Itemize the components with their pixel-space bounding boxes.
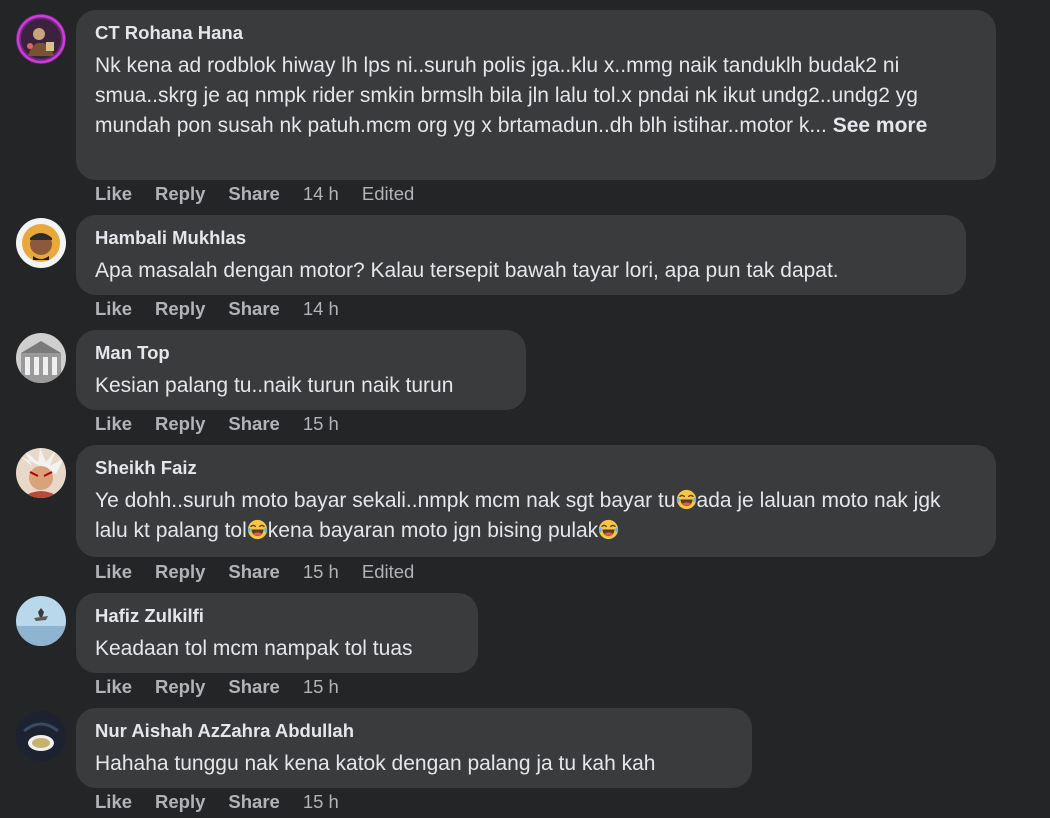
like-button[interactable]: Like [95,413,132,435]
comment-author[interactable]: Hambali Mukhlas [95,227,246,249]
comment-text: Hahaha tunggu nak kena katok dengan pala… [95,752,656,775]
share-button[interactable]: Share [228,413,279,435]
comment-timestamp[interactable]: 15 h [303,413,339,435]
comment-author[interactable]: CT Rohana Hana [95,22,243,44]
comment-bubble: Nur Aishah AzZahra Abdullah Hahaha tungg… [76,708,752,788]
share-button[interactable]: Share [228,791,279,813]
comment-bubble: Sheikh Faiz Ye dohh..suruh moto bayar se… [76,445,996,557]
reply-button[interactable]: Reply [155,676,205,698]
comment-bubble: Hafiz Zulkilfi Keadaan tol mcm nampak to… [76,593,478,673]
laughing-emoji-icon [676,489,697,510]
comment-text-body: Nk kena ad rodblok hiway lh lps ni..suru… [95,54,918,137]
avatar-image [16,218,66,268]
comment-actions: Like Reply Share 14 h Edited [95,183,437,205]
reply-button[interactable]: Reply [155,413,205,435]
comment-text: Keadaan tol mcm nampak tol tuas [95,637,413,660]
share-button[interactable]: Share [228,676,279,698]
reply-button[interactable]: Reply [155,791,205,813]
avatar-image [16,448,66,498]
avatar-image [16,596,66,646]
like-button[interactable]: Like [95,183,132,205]
laughing-emoji-icon [247,519,268,540]
comment-timestamp[interactable]: 14 h [303,298,339,320]
avatar-image [16,711,66,761]
share-button[interactable]: Share [228,183,279,205]
reply-button[interactable]: Reply [155,561,205,583]
edited-label: Edited [361,561,415,582]
comment-bubble: CT Rohana Hana Nk kena ad rodblok hiway … [76,10,996,180]
comment-text-part: Ye dohh..suruh moto bayar sekali..nmpk m… [95,489,676,512]
comment-actions: Like Reply Share 15 h [95,791,362,813]
avatar[interactable] [16,711,66,761]
comment-author[interactable]: Nur Aishah AzZahra Abdullah [95,720,354,742]
comment-text: Apa masalah dengan motor? Kalau tersepit… [95,259,839,282]
edited-label: Edited [361,183,415,204]
comment-timestamp[interactable]: 15 h [303,676,339,698]
comment-text: Ye dohh..suruh moto bayar sekali..nmpk m… [95,486,976,546]
comment-actions: Like Reply Share 15 h Edited [95,561,437,583]
comment-timestamp[interactable]: 15 h [303,561,339,583]
comment-author[interactable]: Hafiz Zulkilfi [95,605,204,627]
comment-author[interactable]: Man Top [95,342,170,364]
comment-bubble: Man Top Kesian palang tu..naik turun nai… [76,330,526,410]
avatar[interactable] [16,333,66,383]
like-button[interactable]: Like [95,561,132,583]
like-button[interactable]: Like [95,676,132,698]
like-button[interactable]: Like [95,791,132,813]
avatar[interactable] [16,448,66,498]
comment-author[interactable]: Sheikh Faiz [95,457,197,479]
share-button[interactable]: Share [228,298,279,320]
laughing-emoji-icon [598,519,619,540]
avatar-image [16,14,66,64]
comment-actions: Like Reply Share 15 h [95,413,362,435]
comment-timestamp[interactable]: 15 h [303,791,339,813]
avatar[interactable] [16,218,66,268]
comment-list: CT Rohana Hana Nk kena ad rodblok hiway … [0,0,1050,818]
reply-button[interactable]: Reply [155,298,205,320]
comment-text-part: kena bayaran moto jgn bising pulak [267,519,599,542]
comment-bubble: Hambali Mukhlas Apa masalah dengan motor… [76,215,966,295]
avatar[interactable] [16,14,66,64]
comment-text: Nk kena ad rodblok hiway lh lps ni..suru… [95,51,976,141]
avatar-image [16,333,66,383]
reply-button[interactable]: Reply [155,183,205,205]
comment-actions: Like Reply Share 14 h [95,298,362,320]
share-button[interactable]: Share [228,561,279,583]
avatar[interactable] [16,596,66,646]
like-button[interactable]: Like [95,298,132,320]
see-more-link[interactable]: See more [833,114,928,137]
comment-actions: Like Reply Share 15 h [95,676,362,698]
comment-timestamp[interactable]: 14 h [303,183,339,205]
comment-text: Kesian palang tu..naik turun naik turun [95,374,454,397]
